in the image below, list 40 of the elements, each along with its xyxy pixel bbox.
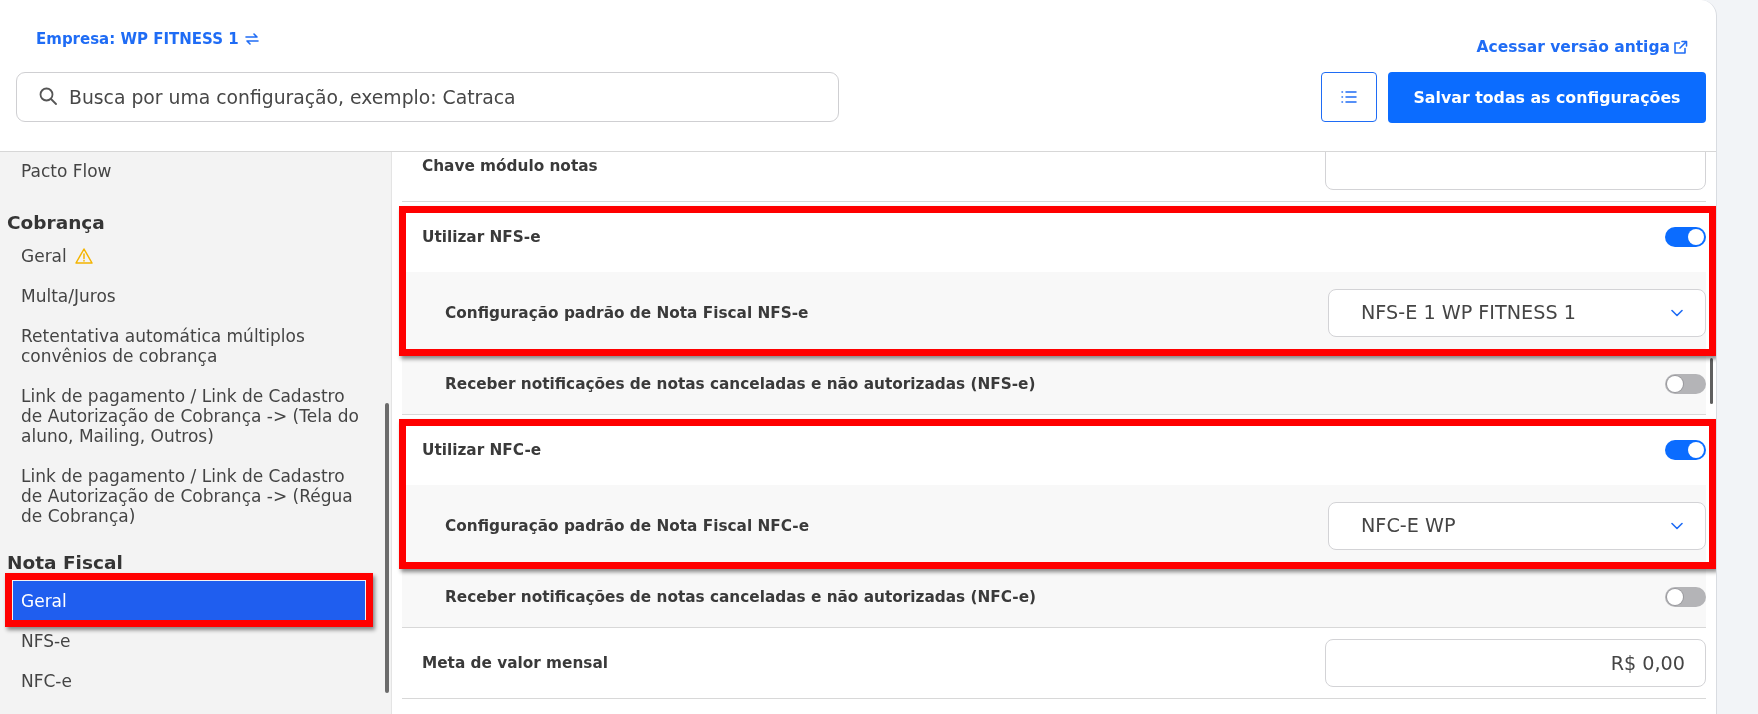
scrollbar-thumb[interactable]: [1710, 358, 1713, 404]
text-field[interactable]: [1325, 152, 1706, 190]
list-button[interactable]: [1321, 72, 1377, 122]
sidebar-item[interactable]: NFS-e: [13, 621, 365, 661]
setting-label: Receber notificações de notas canceladas e não autorizadas (NFS-e): [445, 374, 1036, 393]
toggle-switch[interactable]: [1665, 586, 1706, 607]
save-all-button[interactable]: Salvar todas as configurações: [1388, 72, 1706, 123]
toggle-switch[interactable]: [1665, 227, 1706, 247]
sidebar-item[interactable]: Multa/Juros: [13, 276, 365, 316]
setting-label: Configuração padrão de Nota Fiscal NFS-e: [445, 303, 809, 322]
sidebar-item[interactable]: Pacto Flow: [13, 152, 365, 191]
external-link-icon: [1673, 39, 1688, 55]
sidebar-item[interactable]: Geral: [13, 236, 365, 276]
toggle-switch[interactable]: [1665, 440, 1706, 460]
toggle-switch[interactable]: [1665, 373, 1706, 394]
search-icon: [39, 87, 57, 105]
company-switch-link[interactable]: Empresa: WP FITNESS 1: [36, 30, 260, 48]
sidebar-section-title: Nota Fiscal: [7, 553, 124, 573]
list-icon: [1341, 91, 1357, 103]
search-field[interactable]: Busca por uma configuração, exemplo: Catraca: [16, 72, 839, 122]
sidebar-item[interactable]: NFC-e: [13, 661, 365, 701]
text-field[interactable]: R$ 0,00: [1325, 639, 1706, 687]
setting-label: Meta de valor mensal: [422, 654, 608, 672]
sidebar-section-title: Cobrança: [7, 213, 106, 233]
select-field[interactable]: NFS-E 1 WP FITNESS 1: [1328, 288, 1706, 337]
scrollbar-thumb[interactable]: [385, 403, 389, 693]
sidebar-item[interactable]: Link de pagamento / Link de Cadastro de Autorização de Cobrança -> (Tela do aluno, Mailing, Outros): [13, 376, 365, 456]
setting-label: Utilizar NFC-e: [422, 441, 542, 459]
sidebar-item[interactable]: Retentativa automática múltiplos convênios de cobrança: [13, 316, 365, 376]
sidebar-item[interactable]: Geral: [13, 581, 365, 621]
setting-label: Configuração padrão de Nota Fiscal NFC-e: [445, 516, 810, 535]
setting-label: Receber notificações de notas canceladas e não autorizadas (NFC-e): [445, 587, 1036, 606]
chevron-down-icon: [1671, 308, 1683, 317]
select-field[interactable]: NFC-E WP: [1328, 501, 1706, 550]
chevron-down-icon: [1671, 521, 1683, 530]
old-version-link[interactable]: Acessar versão antiga: [1476, 38, 1688, 56]
swap-arrows-icon: [243, 31, 260, 47]
setting-label: Chave módulo notas: [422, 157, 598, 175]
setting-label: Utilizar NFS-e: [422, 228, 541, 246]
sidebar-item[interactable]: Link de pagamento / Link de Cadastro de Autorização de Cobrança -> (Régua de Cobrança): [13, 456, 365, 536]
